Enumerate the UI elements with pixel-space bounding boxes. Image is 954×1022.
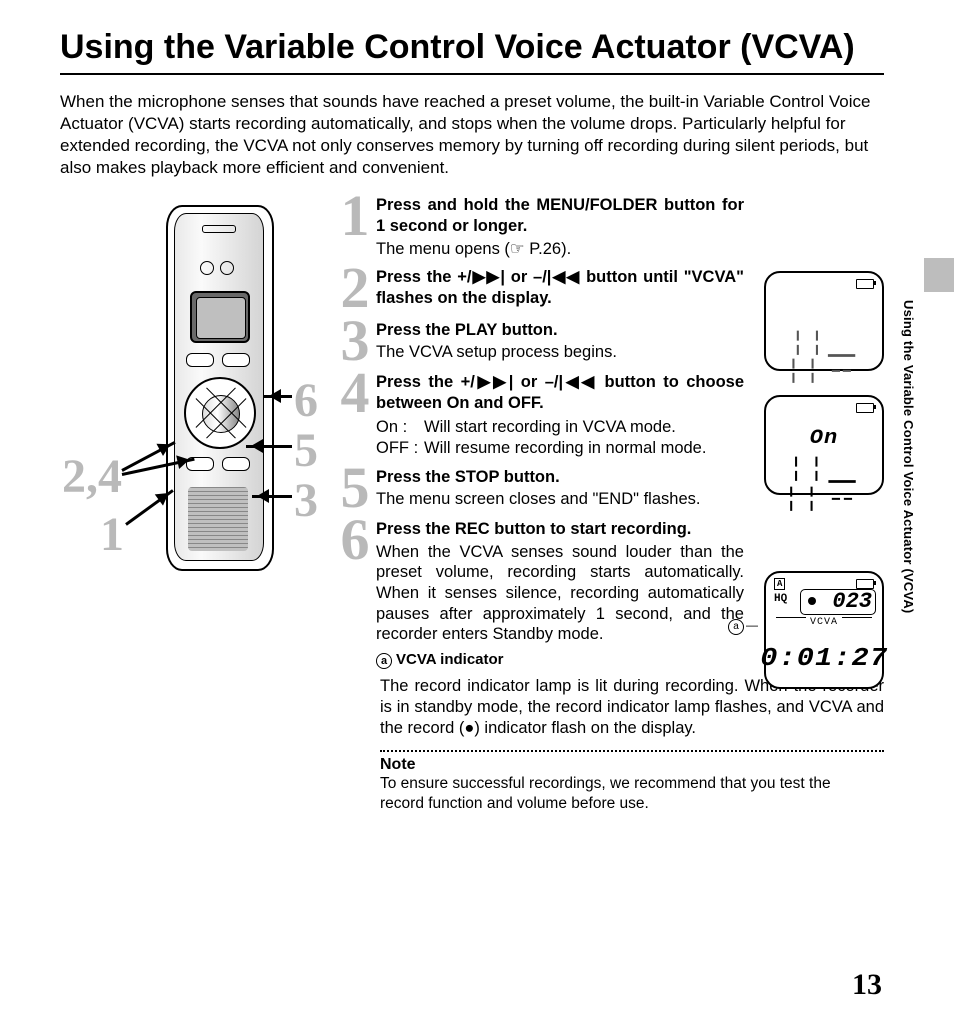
arrow-3 bbox=[252, 495, 292, 498]
lcd3-vcva: VCVA bbox=[766, 617, 882, 628]
arrow-5 bbox=[246, 445, 292, 448]
steps-column: 1 Press and hold the MENU/FOLDER button … bbox=[330, 193, 884, 814]
lcd-screen-2: On ╎╎⎽ ╎╎╶╴ bbox=[764, 395, 884, 495]
skip-buttons-label: +/▶▶| or –/|◀◀ bbox=[461, 373, 597, 391]
lcd3-folder: A bbox=[774, 578, 785, 590]
def-key: On bbox=[376, 418, 398, 436]
stop-button-label: STOP bbox=[455, 468, 499, 486]
indicator-ref-icon: a bbox=[376, 653, 392, 669]
def-val: Will start recording in VCVA mode. bbox=[424, 417, 744, 438]
callout-5: 5 bbox=[294, 423, 318, 478]
step-number: 6 bbox=[338, 517, 372, 563]
section-tab bbox=[924, 258, 954, 292]
lcd-screen-3: A HQ 023 VCVA 0:01:27 bbox=[764, 571, 884, 689]
step-number: 3 bbox=[338, 318, 372, 364]
step-1: 1 Press and hold the MENU/FOLDER button … bbox=[338, 193, 884, 259]
step-detail: The VCVA setup process begins. bbox=[376, 342, 744, 363]
menu-folder-button-label: MENU/FOLDER bbox=[536, 196, 657, 214]
dotted-rule bbox=[380, 750, 884, 752]
step-head-pre: Press the bbox=[376, 373, 461, 391]
lcd3-callout: a— bbox=[728, 618, 758, 635]
callout-6: 6 bbox=[294, 373, 318, 428]
battery-icon bbox=[856, 279, 874, 289]
step-head-pre: Press the bbox=[376, 321, 455, 339]
battery-icon bbox=[856, 579, 874, 589]
device-column: 6 5 3 2,4 1 bbox=[60, 193, 330, 581]
step-head-pre: Press and hold the bbox=[376, 196, 536, 214]
rec-button-label: REC bbox=[455, 520, 490, 538]
note-heading: Note bbox=[380, 756, 884, 774]
lcd3-file: 023 bbox=[832, 589, 872, 614]
callout-3: 3 bbox=[294, 473, 318, 528]
step-head-pre: Press the bbox=[376, 268, 457, 286]
skip-buttons-label: +/▶▶| or –/|◀◀ bbox=[457, 268, 580, 286]
step-head-post: button to start recording. bbox=[490, 520, 692, 538]
def-key: OFF bbox=[376, 439, 409, 457]
step-head-pre: Press the bbox=[376, 520, 455, 538]
step-number: 5 bbox=[338, 465, 372, 511]
battery-icon bbox=[856, 403, 874, 413]
play-button-label: PLAY bbox=[455, 321, 497, 339]
step-number: 1 bbox=[338, 193, 372, 239]
step-detail: When the VCVA senses sound louder than t… bbox=[376, 542, 744, 645]
step-detail: The menu opens (☞ P.26). bbox=[376, 239, 744, 260]
callout-24: 2,4 bbox=[62, 449, 122, 504]
step-number: 4 bbox=[338, 370, 372, 416]
section-tab-label: Using the Variable Control Voice Actuato… bbox=[901, 300, 916, 700]
step4-definitions: On :Will start recording in VCVA mode. O… bbox=[376, 417, 744, 458]
lcd-screen-1: ╎╎⎽ ╎╎╶╴ bbox=[764, 271, 884, 371]
step-head-post: button. bbox=[497, 321, 557, 339]
title-rule bbox=[60, 73, 884, 75]
page-number: 13 bbox=[852, 968, 882, 1002]
note-body: To ensure successful recordings, we reco… bbox=[380, 774, 884, 814]
lcd2-row1: On bbox=[810, 427, 839, 450]
step-number: 2 bbox=[338, 265, 372, 311]
arrow-6 bbox=[264, 395, 292, 398]
step-detail: The menu screen closes and "END" flashes… bbox=[376, 489, 744, 510]
device-illustration: 6 5 3 2,4 1 bbox=[60, 201, 330, 581]
content-row: 6 5 3 2,4 1 1 Press and bbox=[60, 193, 884, 814]
step-head-pre: Press the bbox=[376, 468, 455, 486]
lcd3-time: 0:01:27 bbox=[760, 643, 888, 673]
lcd3-mode: HQ bbox=[774, 593, 787, 605]
intro-paragraph: When the microphone senses that sounds h… bbox=[60, 91, 884, 179]
vcva-indicator-label: VCVA indicator bbox=[396, 651, 504, 668]
callout-1: 1 bbox=[100, 507, 124, 562]
step-head-post: button. bbox=[499, 468, 559, 486]
def-val: Will resume recording in normal mode. bbox=[424, 438, 744, 459]
page-title: Using the Variable Control Voice Actuato… bbox=[60, 28, 884, 67]
manual-page: Using the Variable Control Voice Actuato… bbox=[0, 0, 954, 1022]
